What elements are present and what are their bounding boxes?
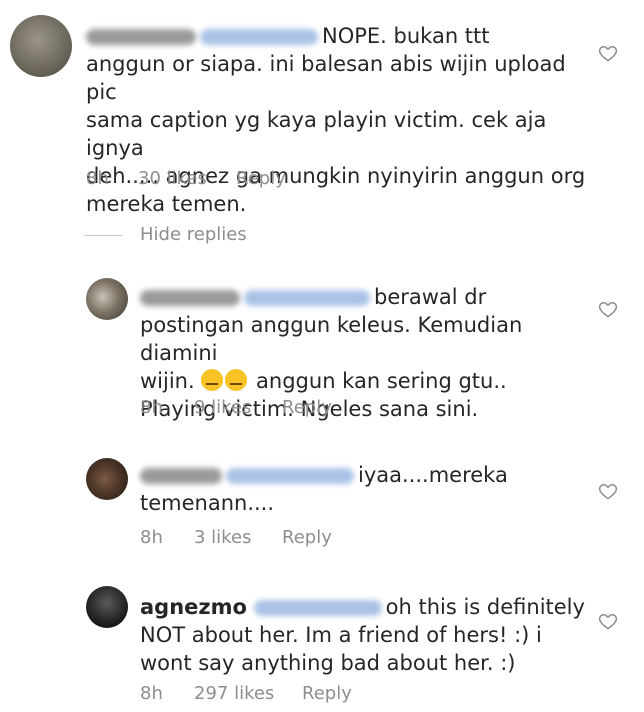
comment-text-line: NOT about her. Im a friend of hers! :) i <box>140 623 542 647</box>
username-blurred[interactable] <box>86 29 196 45</box>
timestamp: 8h <box>86 168 109 189</box>
timestamp: 8h <box>140 527 163 548</box>
comment-body: agnezmo oh this is definitely NOT about … <box>140 593 600 677</box>
comment-text-line: anggun or siapa. ini balesan abis wijin … <box>86 52 566 104</box>
username[interactable]: agnezmo <box>140 595 247 619</box>
timestamp: 8h <box>140 397 163 418</box>
mention-blurred[interactable] <box>244 290 370 306</box>
comment-text-line: oh this is definitely <box>385 595 585 619</box>
reply-button[interactable]: Reply <box>282 397 332 418</box>
reply-button[interactable]: Reply <box>236 168 286 189</box>
mention-blurred[interactable] <box>226 468 354 484</box>
avatar[interactable] <box>86 278 128 320</box>
heart-icon[interactable] <box>598 611 618 631</box>
comment-text-line: berawal dr <box>374 285 487 309</box>
heart-icon[interactable] <box>598 43 618 63</box>
expressionless-emoji-icon <box>201 369 224 391</box>
avatar[interactable] <box>86 586 128 628</box>
comment-text-line: sama caption yg kaya playin victim. cek … <box>86 108 547 160</box>
comment-text-line: anggun kan sering gtu.. <box>256 369 507 393</box>
comment-body: iyaa....mereka temenann.... <box>140 461 600 517</box>
timestamp: 8h <box>140 683 163 704</box>
username-blurred[interactable] <box>140 290 240 306</box>
reply-button[interactable]: Reply <box>282 527 332 548</box>
comment-text-line: wont say anything bad about her. :) <box>140 651 516 675</box>
likes-count[interactable]: 297 likes <box>194 683 274 704</box>
likes-count[interactable]: 9 likes <box>194 397 251 418</box>
username-blurred[interactable] <box>140 468 222 484</box>
comment-text-line: postingan anggun keleus. Kemudian diamin… <box>140 313 523 365</box>
likes-count[interactable]: 3 likes <box>194 527 251 548</box>
mention-blurred[interactable] <box>253 600 382 616</box>
hide-replies-label[interactable]: Hide replies <box>140 224 247 245</box>
comment-text-line: temenann.... <box>140 491 275 515</box>
comment-text-line: wijin. <box>140 369 195 393</box>
heart-icon[interactable] <box>598 299 618 319</box>
divider <box>84 235 122 236</box>
confused-emoji-icon <box>225 369 248 391</box>
comment-text-line: iyaa....mereka <box>358 463 508 487</box>
reply-button[interactable]: Reply <box>302 683 352 704</box>
mention-blurred[interactable] <box>200 29 318 45</box>
comment-text-line: mereka temen. <box>86 192 247 216</box>
avatar[interactable] <box>10 15 72 77</box>
heart-icon[interactable] <box>598 481 618 501</box>
comment-text-line: NOPE. bukan ttt <box>322 24 490 48</box>
likes-count[interactable]: 30 likes <box>138 168 207 189</box>
avatar[interactable] <box>86 458 128 500</box>
